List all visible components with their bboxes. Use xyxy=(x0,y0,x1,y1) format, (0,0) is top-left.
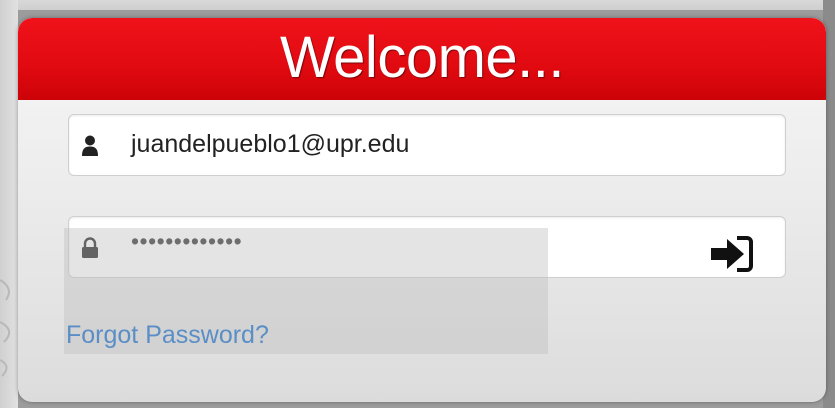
login-header: Welcome... xyxy=(18,18,826,100)
page-title: Welcome... xyxy=(279,25,565,90)
background-decoration xyxy=(0,279,11,377)
forgot-password-link[interactable]: Forgot Password? xyxy=(66,321,269,350)
sign-in-icon[interactable] xyxy=(709,234,755,274)
background-top-strip xyxy=(0,0,835,10)
user-icon xyxy=(82,135,98,156)
login-panel: Welcome... juandelpueblo1@upr.edu ••••••… xyxy=(18,18,826,402)
email-value: juandelpueblo1@upr.edu xyxy=(131,130,410,158)
email-field[interactable]: juandelpueblo1@upr.edu xyxy=(68,114,786,176)
